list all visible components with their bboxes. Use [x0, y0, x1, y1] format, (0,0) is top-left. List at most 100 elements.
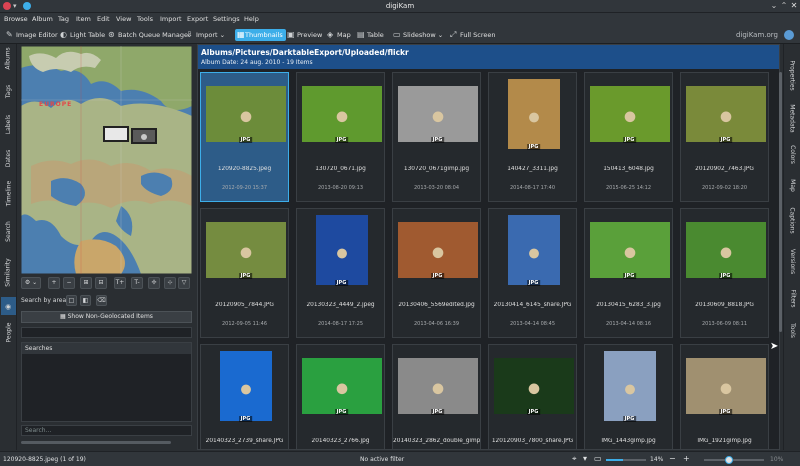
area-clear-icon[interactable]: ⌫	[96, 295, 107, 306]
menu-export[interactable]: Export	[187, 15, 208, 23]
menu-import[interactable]: Import	[160, 15, 182, 23]
thumbnails-button[interactable]: ▦ Thumbnails	[235, 29, 286, 41]
zoom-in-status-icon[interactable]: +	[683, 454, 690, 463]
filter-icon[interactable]: ▽	[178, 277, 190, 289]
tab-search[interactable]: Search	[1, 219, 16, 243]
slideshow-button[interactable]: ▭ Slideshow ⌄	[393, 29, 443, 41]
map-button[interactable]: ◈ Map	[327, 29, 351, 41]
preview-zoom-track[interactable]	[704, 459, 764, 461]
thumbnail-image-frame: JPG	[589, 351, 670, 422]
thumbnail-filename: IMG_1921gimp.jpg	[697, 438, 752, 444]
thumbnail-item[interactable]: JPG 20140323_2766.jpg	[296, 344, 385, 449]
menu-edit[interactable]: Edit	[97, 15, 110, 23]
brand-label: digiKam.org	[735, 31, 778, 39]
menu-view[interactable]: View	[116, 15, 131, 23]
filter-status-icon[interactable]: ▾	[583, 454, 587, 463]
menu-tools[interactable]: Tools	[137, 15, 153, 23]
image-editor-button[interactable]: ✎ Image Editor	[6, 29, 58, 41]
tab-labels[interactable]: Labels	[1, 112, 16, 136]
thumbnail-item[interactable]: JPG 20130414_6145_share.JPG 2013-04-14 08:…	[488, 208, 577, 338]
tab-timeline[interactable]: Timeline	[1, 179, 16, 207]
minimize-icon[interactable]: ⌄	[770, 2, 778, 10]
maximize-icon[interactable]: ⌃	[780, 2, 788, 10]
tab-captions[interactable]: Captions	[785, 205, 800, 235]
map-label: Map	[337, 31, 351, 39]
tab-dates[interactable]: Dates	[1, 146, 16, 170]
menu-item[interactable]: Item	[76, 15, 91, 23]
area-select-icon[interactable]: □	[66, 295, 77, 306]
thumbnail-item[interactable]: JPG 130720_0671.jpg 2013-08-20 09:13	[296, 72, 385, 202]
thumbnail-image-frame: JPG	[493, 351, 574, 421]
left-horizontal-scrollbar[interactable]	[21, 441, 171, 444]
group-icon[interactable]: ✢	[148, 277, 160, 289]
zoom-fit-status-icon[interactable]: ▭	[594, 454, 602, 463]
world-map[interactable]: EUROPE	[21, 46, 192, 274]
tab-filters[interactable]: Filters	[785, 285, 800, 311]
tab-properties[interactable]: Properties	[785, 58, 800, 92]
tab-people[interactable]: People	[1, 319, 16, 345]
area-zoom-icon[interactable]: ◧	[80, 295, 91, 306]
light-table-button[interactable]: ◐ Light Table	[60, 29, 105, 41]
thumbnail-item[interactable]: JPG 20140323_2739_share.JPG	[200, 344, 289, 449]
menu-browse[interactable]: Browse	[4, 15, 28, 23]
show-non-geolocated-button[interactable]: ▦ Show Non-Geolocated Items	[21, 311, 192, 323]
zoom-out-icon[interactable]: −	[63, 277, 75, 289]
menu-tag[interactable]: Tag	[58, 15, 69, 23]
thumbnail-item[interactable]: JPG 150413_6048.jpg 2015-06-25 14:12	[584, 72, 673, 202]
thumbnail-item[interactable]: JPG 130720_0671gimp.jpg 2013-03-20 08:04	[392, 72, 481, 202]
menu-album[interactable]: Album	[32, 15, 53, 23]
tab-versions[interactable]: Versions	[785, 245, 800, 277]
thumbnail-date: 2013-04-06 16:39	[413, 321, 460, 327]
thumbnail-image: JPG	[493, 358, 574, 415]
slideshow-label: Slideshow	[403, 31, 436, 39]
close-icon[interactable]: ✕	[790, 2, 798, 10]
tab-similarity[interactable]: Similarity	[1, 256, 16, 288]
tab-albums-label: Albums	[5, 46, 13, 70]
zoom-out-status-icon[interactable]: −	[669, 454, 676, 463]
tab-map[interactable]: ◉	[1, 297, 16, 315]
thumbnail-item[interactable]: JPG 20130609_8818.JPG 2013-06-09 08:11	[680, 208, 769, 338]
preview-zoom-knob[interactable]	[725, 456, 733, 464]
menu-help[interactable]: Help	[244, 15, 259, 23]
tab-metadata[interactable]: Metadata	[785, 101, 800, 135]
thumbnail-grid: JPG 120920-8825.jpeg 2012-09-20 15:37 JPG 13…	[200, 72, 770, 449]
table-button[interactable]: ▤ Table	[357, 29, 384, 41]
search-input[interactable]: Search...	[21, 425, 192, 436]
thumbnail-item[interactable]: JPG 120120903_7800_share.JPG	[488, 344, 577, 449]
tab-albums[interactable]: Albums	[1, 46, 16, 70]
tab-colors[interactable]: Colors	[785, 142, 800, 166]
vertical-scrollbar[interactable]	[779, 72, 782, 332]
tab-tags[interactable]: Tags	[1, 80, 16, 102]
thumbnail-larger-icon[interactable]: T+	[114, 277, 126, 289]
zoom-selection-icon[interactable]: ⊟	[95, 277, 107, 289]
import-button[interactable]: ⇩ Import ⌄	[186, 29, 225, 41]
thumbnail-item[interactable]: JPG 20140323_2862_double_gimp...	[392, 344, 481, 449]
thumbnail-item[interactable]: JPG IMG_1443gimp.jpg	[584, 344, 673, 449]
select-icon[interactable]: ⊹	[164, 277, 176, 289]
zoom-in-icon[interactable]: +	[48, 277, 60, 289]
thumbnail-item[interactable]: JPG 20130323_4449_2.jpeg 2014-08-17 17:25	[296, 208, 385, 338]
tab-tools[interactable]: Tools	[785, 319, 800, 341]
thumbnail-item[interactable]: JPG 20120905_7844.JPG 2012-09-05 11:46	[200, 208, 289, 338]
thumbnail-item[interactable]: JPG 20130406_5569edited.jpg 2013-04-06 16:…	[392, 208, 481, 338]
thumbnail-filename: 20120905_7844.JPG	[215, 302, 274, 308]
thumbnail-item[interactable]: JPG 20130415_6283_3.jpg 2013-04-14 08:16	[584, 208, 673, 338]
batch-queue-button[interactable]: ⊛ Batch Queue Manager	[108, 29, 191, 41]
thumbnail-item[interactable]: JPG IMG_1921gimp.jpg	[680, 344, 769, 449]
menu-settings[interactable]: Settings	[213, 15, 240, 23]
thumbnail-item[interactable]: JPG 20120902_7463.JPG 2012-09-02 18:20	[680, 72, 769, 202]
thumbnail-item[interactable]: JPG 120920-8825.jpeg 2012-09-20 15:37	[200, 72, 289, 202]
thumbnail-date: 2015-06-25 14:12	[605, 185, 652, 191]
thumbnail-smaller-icon[interactable]: T-	[131, 277, 143, 289]
full-screen-button[interactable]: ⤢ Full Screen	[450, 29, 496, 41]
preview-button[interactable]: ▣ Preview	[287, 29, 322, 41]
thumbnail-item[interactable]: JPG 140427_3311.jpg 2014-08-17 17:40	[488, 72, 577, 202]
thumbnail-image-frame: JPG	[205, 79, 286, 149]
tab-dates-label: Dates	[5, 149, 12, 167]
zoom-fit-icon[interactable]: ⊞	[80, 277, 92, 289]
search-name-field[interactable]	[21, 327, 192, 338]
tab-map-right[interactable]: Map	[785, 175, 800, 195]
thumbnail-filename: 20130414_6145_share.JPG	[493, 302, 572, 308]
map-settings-button[interactable]: ⚙ ⌄	[21, 277, 41, 289]
map-pin-icon[interactable]: ⌖	[572, 454, 577, 464]
